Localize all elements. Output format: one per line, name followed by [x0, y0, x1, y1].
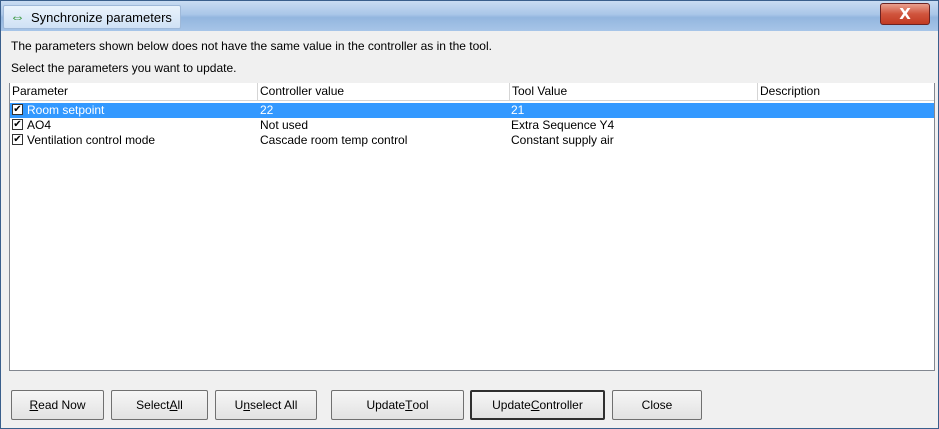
cell-tool-value: 21 — [511, 103, 525, 117]
select-all-button[interactable]: Select All — [111, 390, 208, 420]
update-controller-mnemonic: C — [530, 398, 540, 412]
close-window-button[interactable]: X — [880, 3, 930, 25]
list-row[interactable]: ✔ Room setpoint 22 21 — [10, 103, 934, 118]
column-header-parameter[interactable]: Parameter — [10, 83, 258, 100]
unselect-all-button[interactable]: Un select All — [215, 390, 317, 420]
select-all-mnemonic: A — [169, 398, 178, 412]
close-label: Close — [641, 398, 673, 412]
title-bar[interactable]: ⇔ Synchronize parameters X — [1, 1, 938, 31]
update-controller-label-post: ontroller — [539, 398, 583, 412]
window-title: Synchronize parameters — [31, 9, 172, 25]
cell-tool-value: Constant supply air — [511, 133, 614, 147]
read-now-label-post: ead Now — [38, 398, 86, 412]
read-now-mnemonic: R — [29, 398, 39, 412]
update-tool-label-post: ool — [412, 398, 429, 412]
update-tool-label-pre: Update — [366, 398, 406, 412]
title-tab: ⇔ Synchronize parameters — [3, 5, 181, 29]
select-all-label-post: ll — [177, 398, 183, 412]
column-header-tool-value[interactable]: Tool Value — [510, 83, 758, 100]
column-header-controller-value[interactable]: Controller value — [258, 83, 510, 100]
cell-controller-value: Cascade room temp control — [260, 133, 408, 147]
info-text-line-1: The parameters shown below does not have… — [11, 39, 492, 53]
cell-controller-value: 22 — [260, 103, 274, 117]
cell-parameter: Ventilation control mode — [27, 133, 156, 147]
unselect-all-label-pre: U — [234, 398, 244, 412]
cell-controller-value: Not used — [260, 118, 309, 132]
list-row[interactable]: ✔ Ventilation control mode Cascade room … — [10, 133, 934, 148]
cell-tool-value: Extra Sequence Y4 — [511, 118, 615, 132]
row-checkbox[interactable]: ✔ — [12, 134, 23, 145]
close-button[interactable]: Close — [612, 390, 702, 420]
info-text-line-2: Select the parameters you want to update… — [11, 61, 237, 75]
update-tool-mnemonic: T — [405, 398, 413, 412]
read-now-button[interactable]: Read Now — [11, 390, 104, 420]
list-row[interactable]: ✔ AO4 Not used Extra Sequence Y4 — [10, 118, 934, 133]
select-all-label-pre: Select — [136, 398, 170, 412]
synchronize-parameters-dialog: ⇔ Synchronize parameters X The parameter… — [0, 0, 939, 429]
unselect-all-label-post: select All — [250, 398, 298, 412]
update-controller-button[interactable]: Update Controller — [470, 390, 605, 420]
column-header-description[interactable]: Description — [758, 83, 934, 100]
row-checkbox[interactable]: ✔ — [12, 119, 23, 130]
cell-parameter: AO4 — [27, 118, 52, 132]
update-controller-label-pre: Update — [492, 398, 531, 412]
list-header: Parameter Controller value Tool Value De… — [10, 83, 934, 101]
update-tool-button[interactable]: Update Tool — [331, 390, 464, 420]
cell-parameter: Room setpoint — [27, 103, 105, 117]
row-checkbox[interactable]: ✔ — [12, 104, 23, 115]
parameters-list[interactable]: Parameter Controller value Tool Value De… — [9, 83, 935, 371]
list-rows: ✔ Room setpoint 22 21 ✔ AO4 Not used Ext… — [10, 103, 934, 148]
sync-arrows-icon: ⇔ — [10, 8, 25, 26]
unselect-all-mnemonic: n — [243, 398, 250, 412]
